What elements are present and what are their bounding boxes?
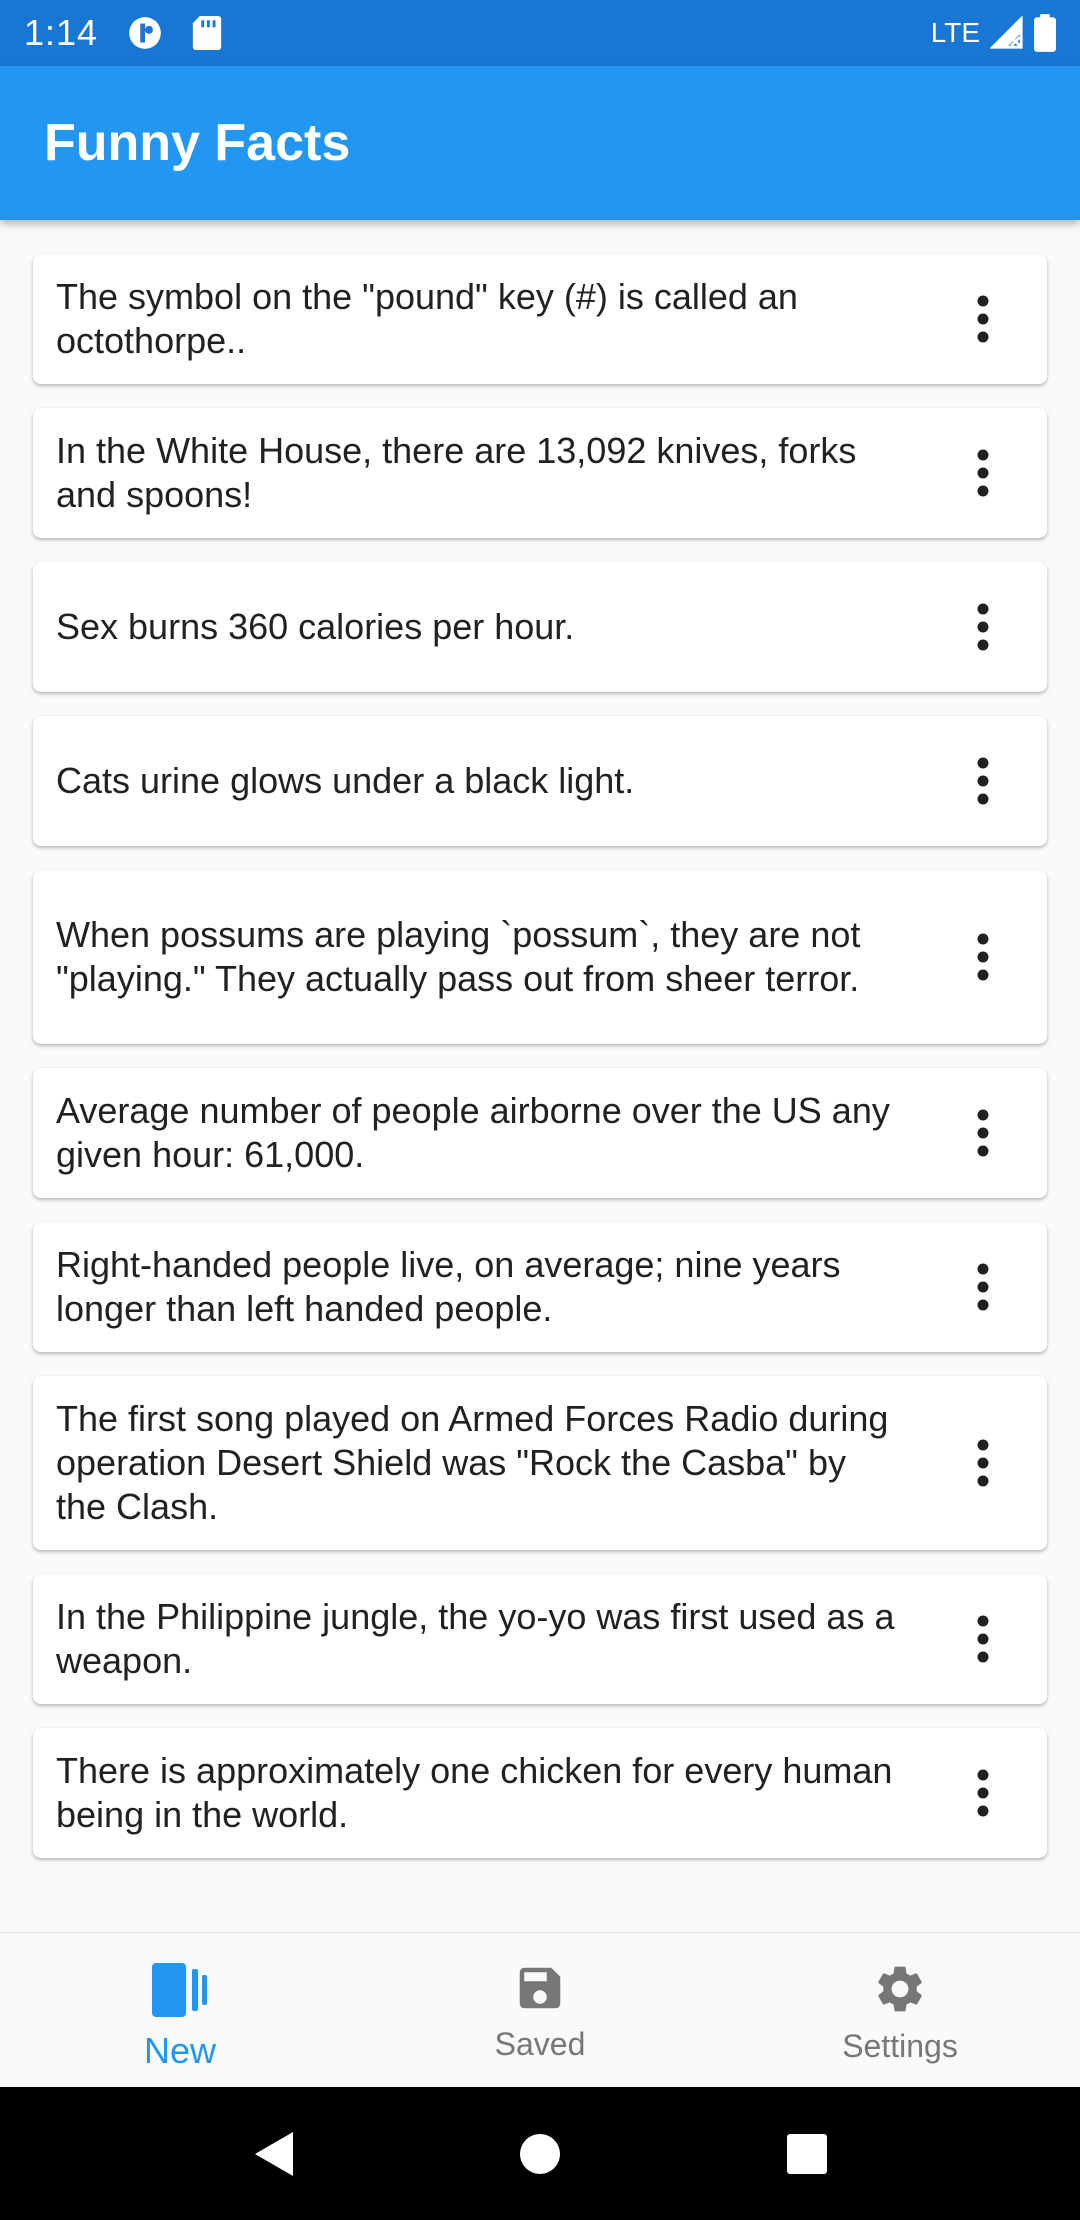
- more-vert-icon: [977, 1263, 989, 1311]
- gear-icon: [872, 1961, 928, 2022]
- fact-text: When possums are playing `possum`, they …: [56, 914, 861, 999]
- fact-card[interactable]: There is approximately one chicken for e…: [33, 1728, 1047, 1858]
- fact-card[interactable]: Sex burns 360 calories per hour.: [33, 562, 1047, 692]
- fact-card[interactable]: In the Philippine jungle, the yo-yo was …: [33, 1574, 1047, 1704]
- more-options-button[interactable]: [963, 1103, 1003, 1163]
- app-bar: Funny Facts: [0, 66, 1080, 220]
- more-vert-icon: [977, 1615, 989, 1663]
- back-icon: [255, 2131, 294, 2176]
- fact-card[interactable]: Right-handed people live, on average; ni…: [33, 1222, 1047, 1352]
- recents-icon: [786, 2133, 827, 2174]
- system-navigation-bar: [0, 2087, 1080, 2220]
- fact-card[interactable]: When possums are playing `possum`, they …: [33, 870, 1047, 1044]
- more-options-button[interactable]: [963, 1257, 1003, 1317]
- app-title: Funny Facts: [44, 114, 351, 172]
- data-saver-icon: [126, 14, 164, 52]
- more-vert-icon: [977, 1769, 989, 1817]
- cards-icon: [150, 1961, 210, 2024]
- nav-item-settings[interactable]: Settings: [720, 1933, 1080, 2087]
- more-options-button[interactable]: [963, 927, 1003, 987]
- fact-card[interactable]: Cats urine glows under a black light.: [33, 716, 1047, 846]
- fact-text: Cats urine glows under a black light.: [56, 760, 635, 801]
- more-vert-icon: [977, 757, 989, 805]
- fact-card[interactable]: In the White House, there are 13,092 kni…: [33, 408, 1047, 538]
- more-vert-icon: [977, 1439, 989, 1487]
- fact-text: In the Philippine jungle, the yo-yo was …: [56, 1596, 895, 1681]
- more-vert-icon: [977, 1109, 989, 1157]
- more-options-button[interactable]: [963, 1609, 1003, 1669]
- status-bar: 1:14 LTE: [0, 0, 1080, 66]
- fact-text: The first song played on Armed Forces Ra…: [56, 1398, 889, 1527]
- nav-label-new: New: [143, 2030, 217, 2071]
- more-vert-icon: [977, 449, 989, 497]
- more-vert-icon: [977, 933, 989, 981]
- fact-card[interactable]: The first song played on Armed Forces Ra…: [33, 1376, 1047, 1550]
- signal-icon: [990, 16, 1024, 50]
- more-options-button[interactable]: [963, 597, 1003, 657]
- home-icon: [519, 2133, 560, 2174]
- fact-card[interactable]: Average number of people airborne over t…: [33, 1068, 1047, 1198]
- nav-label-saved: Saved: [494, 2026, 586, 2062]
- status-time: 1:14: [24, 12, 99, 53]
- sd-card-icon: [192, 16, 222, 50]
- floppy-disk-icon: [513, 1961, 567, 2020]
- nav-label-settings: Settings: [842, 2028, 958, 2064]
- fact-text: Right-handed people live, on average; ni…: [56, 1244, 841, 1329]
- nav-item-new[interactable]: New: [0, 1933, 360, 2087]
- more-options-button[interactable]: [963, 751, 1003, 811]
- facts-list[interactable]: The symbol on the "pound" key (#) is cal…: [0, 220, 1080, 1932]
- back-button[interactable]: [243, 2124, 303, 2184]
- fact-card[interactable]: The symbol on the "pound" key (#) is cal…: [33, 254, 1047, 384]
- more-options-button[interactable]: [963, 289, 1003, 349]
- more-vert-icon: [977, 295, 989, 343]
- home-button[interactable]: [510, 2124, 570, 2184]
- more-vert-icon: [977, 603, 989, 651]
- battery-icon: [1034, 14, 1056, 52]
- more-options-button[interactable]: [963, 1433, 1003, 1493]
- recents-button[interactable]: [777, 2124, 837, 2184]
- more-options-button[interactable]: [963, 443, 1003, 503]
- fact-text: Sex burns 360 calories per hour.: [56, 606, 575, 647]
- network-type: LTE: [930, 17, 980, 48]
- bottom-navigation: New Saved Settings: [0, 1932, 1080, 2087]
- fact-text: There is approximately one chicken for e…: [56, 1750, 893, 1835]
- fact-text: The symbol on the "pound" key (#) is cal…: [56, 276, 798, 361]
- nav-item-saved[interactable]: Saved: [360, 1933, 720, 2087]
- fact-text: In the White House, there are 13,092 kni…: [56, 430, 857, 515]
- fact-text: Average number of people airborne over t…: [56, 1090, 890, 1175]
- more-options-button[interactable]: [963, 1763, 1003, 1823]
